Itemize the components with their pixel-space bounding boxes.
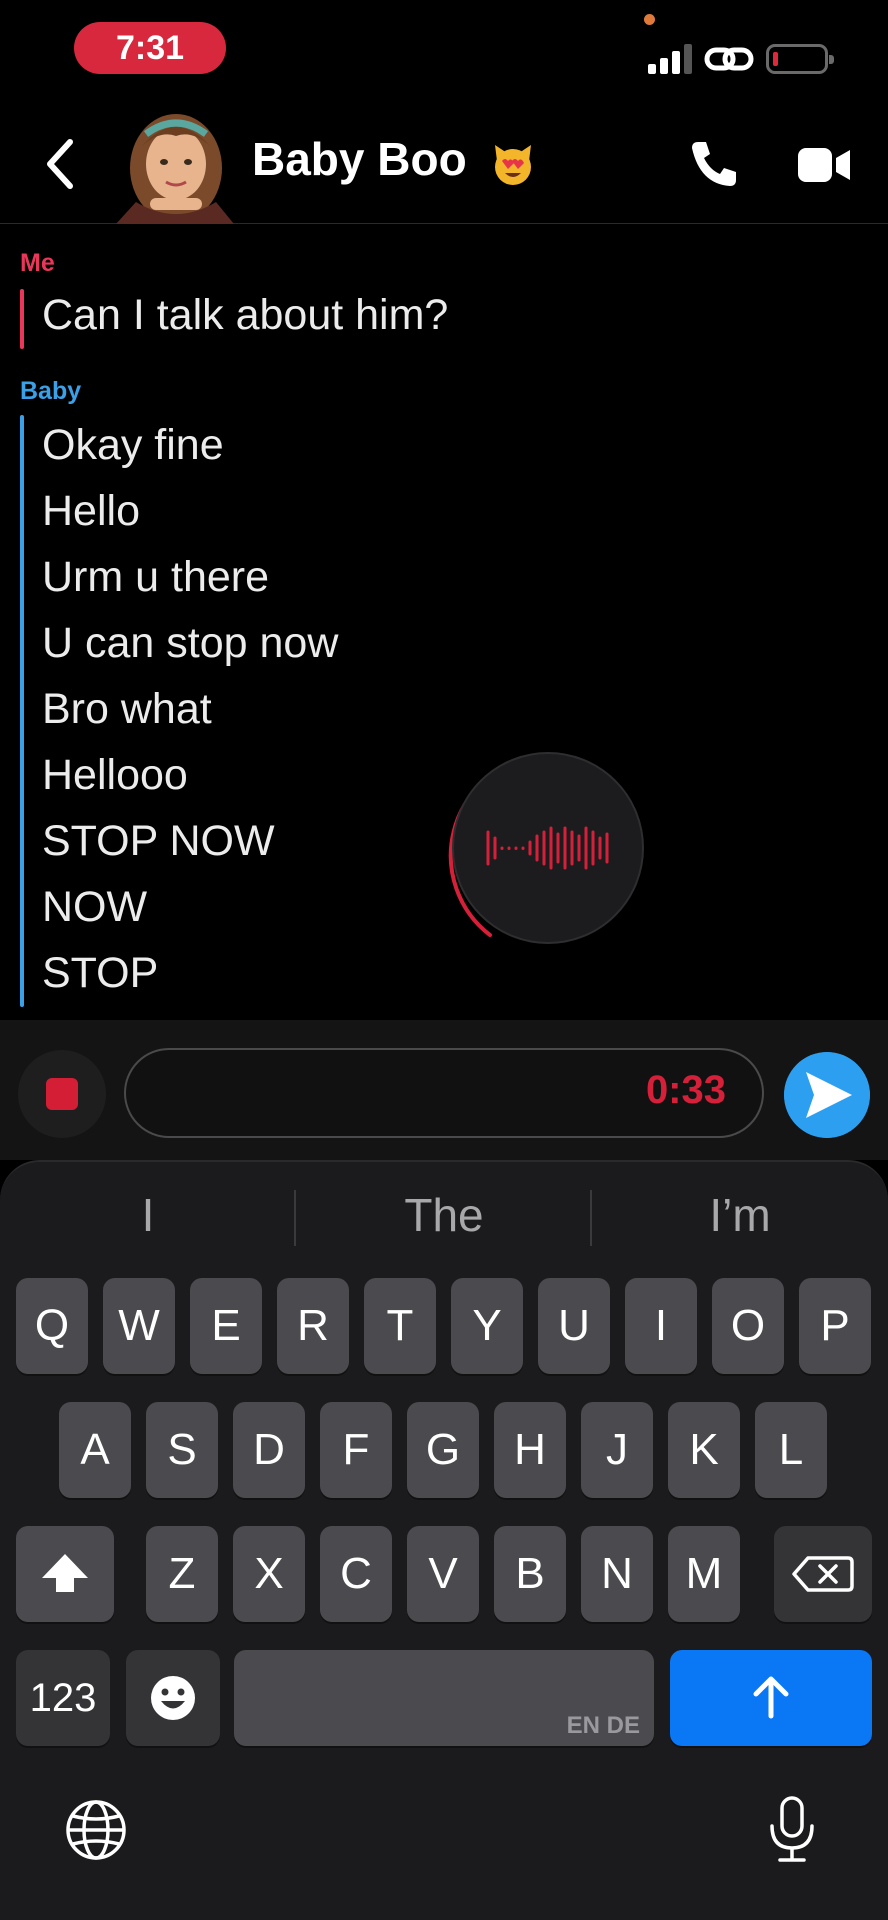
- status-bar: 7:31: [0, 0, 888, 106]
- emoji-icon: [151, 1676, 195, 1720]
- sender-bar-baby: [20, 415, 24, 1007]
- message[interactable]: Can I talk about him?: [42, 291, 448, 340]
- key-y[interactable]: Y: [451, 1278, 523, 1374]
- prediction-3[interactable]: I’m: [592, 1188, 888, 1242]
- key-p[interactable]: P: [799, 1278, 871, 1374]
- contact-name-text: Baby Boo: [252, 133, 467, 185]
- message-list[interactable]: Me Can I talk about him? Baby Okay fine …: [0, 225, 888, 1020]
- message[interactable]: Okay fine: [42, 421, 224, 470]
- key-n[interactable]: N: [581, 1526, 653, 1622]
- message[interactable]: Hellooo: [42, 751, 188, 800]
- input-bar: 0:33: [0, 1020, 888, 1160]
- prediction-bar: I The I’m: [0, 1162, 888, 1272]
- message[interactable]: U can stop now: [42, 619, 338, 668]
- prediction-1[interactable]: I: [0, 1188, 296, 1242]
- key-t[interactable]: T: [364, 1278, 436, 1374]
- return-key[interactable]: [670, 1650, 872, 1746]
- key-o[interactable]: O: [712, 1278, 784, 1374]
- key-h[interactable]: H: [494, 1402, 566, 1498]
- key-a[interactable]: A: [59, 1402, 131, 1498]
- message[interactable]: Urm u there: [42, 553, 269, 602]
- return-arrow-icon: [753, 1676, 789, 1719]
- voice-recording-field[interactable]: 0:33: [124, 1048, 764, 1138]
- emoji-key[interactable]: [126, 1650, 220, 1746]
- numbers-key[interactable]: 123: [16, 1650, 110, 1746]
- stop-recording-button[interactable]: [18, 1050, 106, 1138]
- sender-label-me: Me: [20, 249, 55, 277]
- globe-icon[interactable]: [64, 1798, 128, 1862]
- message[interactable]: Bro what: [42, 685, 212, 734]
- key-m[interactable]: M: [668, 1526, 740, 1622]
- key-l[interactable]: L: [755, 1402, 827, 1498]
- key-d[interactable]: D: [233, 1402, 305, 1498]
- key-k[interactable]: K: [668, 1402, 740, 1498]
- sender-bar-me: [20, 289, 24, 349]
- key-x[interactable]: X: [233, 1526, 305, 1622]
- sender-label-baby: Baby: [20, 377, 82, 405]
- shift-icon: [42, 1554, 88, 1592]
- message[interactable]: STOP: [42, 949, 158, 998]
- prediction-2[interactable]: The: [296, 1188, 592, 1242]
- backspace-icon: [792, 1556, 854, 1592]
- contact-name[interactable]: Baby Boo: [252, 132, 537, 187]
- key-z[interactable]: Z: [146, 1526, 218, 1622]
- key-r[interactable]: R: [277, 1278, 349, 1374]
- status-time: 7:31: [74, 22, 226, 74]
- phone-icon[interactable]: [686, 136, 742, 192]
- send-button[interactable]: [784, 1052, 870, 1138]
- chat-header: Baby Boo: [0, 106, 888, 224]
- message[interactable]: NOW: [42, 883, 147, 932]
- keyboard: I The I’m Q W E R T Y U I O P A S D F G …: [0, 1160, 888, 1920]
- message[interactable]: Hello: [42, 487, 140, 536]
- backspace-key[interactable]: [774, 1526, 872, 1622]
- microphone-icon[interactable]: [766, 1794, 818, 1866]
- battery-icon: [766, 44, 834, 74]
- shift-key[interactable]: [16, 1526, 114, 1622]
- link-icon: [704, 47, 754, 71]
- recording-timer: 0:33: [645, 1068, 726, 1112]
- waveform-icon: [486, 826, 609, 870]
- key-u[interactable]: U: [538, 1278, 610, 1374]
- key-s[interactable]: S: [146, 1402, 218, 1498]
- key-g[interactable]: G: [407, 1402, 479, 1498]
- key-w[interactable]: W: [103, 1278, 175, 1374]
- back-chevron-icon[interactable]: [40, 132, 80, 196]
- video-camera-icon[interactable]: [796, 140, 852, 190]
- message[interactable]: STOP NOW: [42, 817, 275, 866]
- key-v[interactable]: V: [407, 1526, 479, 1622]
- key-c[interactable]: C: [320, 1526, 392, 1622]
- key-b[interactable]: B: [494, 1526, 566, 1622]
- space-key-languages: EN DE: [566, 1712, 640, 1739]
- key-i[interactable]: I: [625, 1278, 697, 1374]
- privacy-indicator-dot: [644, 14, 655, 25]
- key-e[interactable]: E: [190, 1278, 262, 1374]
- key-q[interactable]: Q: [16, 1278, 88, 1374]
- key-f[interactable]: F: [320, 1402, 392, 1498]
- space-key[interactable]: EN DE: [234, 1650, 654, 1746]
- key-j[interactable]: J: [581, 1402, 653, 1498]
- heart-eyes-cat-emoji-icon: [495, 144, 532, 185]
- stop-icon: [46, 1078, 78, 1110]
- cellular-signal-icon: [648, 44, 694, 74]
- avatar[interactable]: [116, 106, 234, 224]
